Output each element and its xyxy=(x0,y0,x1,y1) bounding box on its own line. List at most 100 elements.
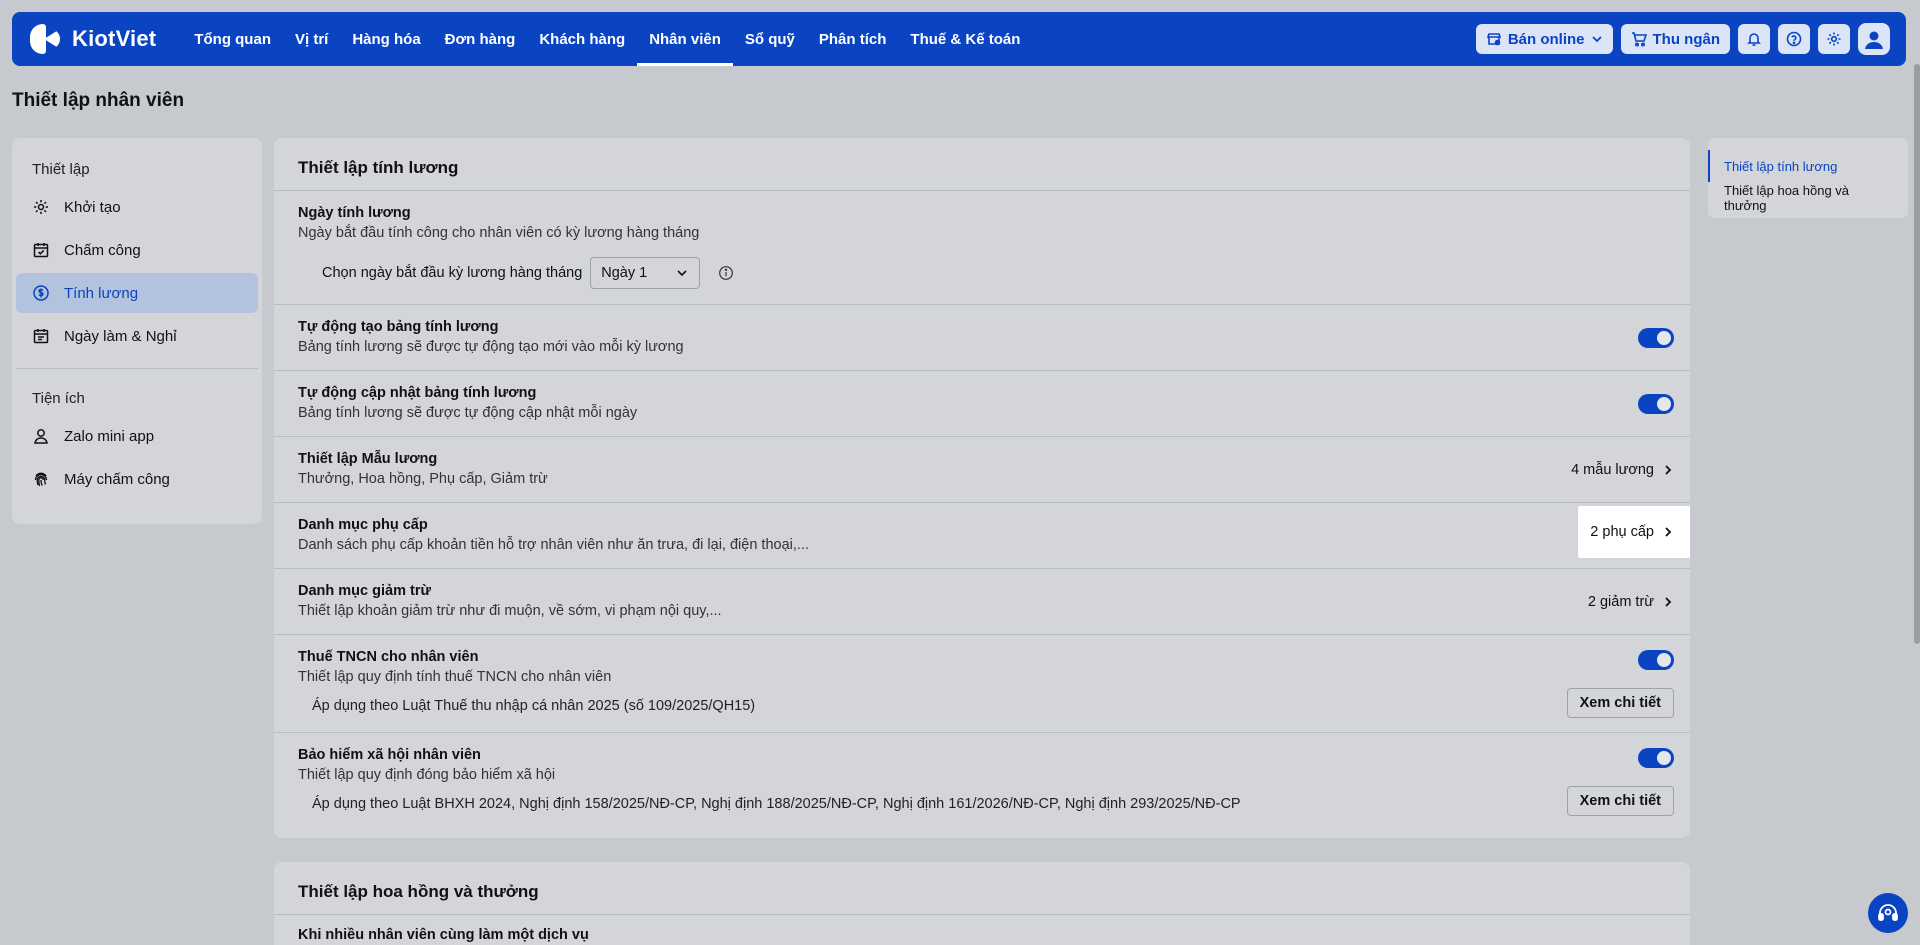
payday-row: Ngày tính lương Ngày bắt đầu tính công c… xyxy=(274,190,1690,304)
chevron-down-icon xyxy=(1591,36,1602,43)
headset-icon xyxy=(1878,904,1898,921)
auto-create-desc: Bảng tính lương sẽ được tự động tạo mới … xyxy=(298,339,684,355)
sell-online-label: Bán online xyxy=(1507,30,1585,48)
support-chat-button[interactable] xyxy=(1868,893,1908,933)
sidebar-item-may-cham-cong[interactable]: Máy chấm công xyxy=(16,459,258,499)
commission-section-title: Thiết lập hoa hồng và thưởng xyxy=(298,882,539,901)
auto-update-toggle[interactable] xyxy=(1638,394,1674,414)
user-avatar-icon xyxy=(1865,31,1883,49)
info-icon[interactable] xyxy=(718,265,734,281)
cashier-label: Thu ngân xyxy=(1652,30,1721,48)
insurance-law-note: Áp dụng theo Luật BHXH 2024, Nghị định 1… xyxy=(312,796,1241,812)
sidebar-item-ngay-lam-nghi[interactable]: Ngày làm & Nghỉ xyxy=(16,316,258,356)
pit-view-details-button[interactable]: Xem chi tiết xyxy=(1566,688,1674,718)
auto-update-desc: Bảng tính lương sẽ được tự động cập nhật… xyxy=(298,405,638,421)
chevron-right-icon xyxy=(1665,465,1672,475)
allowances-link[interactable]: 2 phụ cấp xyxy=(1578,506,1690,558)
salary-templates-count: 4 mẫu lương xyxy=(1571,462,1654,478)
toc-item-payroll[interactable]: Thiết lập tính lương xyxy=(1708,150,1908,182)
insurance-desc: Thiết lập quy định đóng bảo hiểm xã hội xyxy=(298,767,556,783)
toc-item-commission[interactable]: Thiết lập hoa hồng và thưởng xyxy=(1708,182,1908,214)
bell-icon xyxy=(1747,33,1761,46)
pit-title: Thuế TNCN cho nhân viên xyxy=(298,649,479,665)
sidebar-section-utilities: Tiện ích xyxy=(32,389,85,407)
auto-create-title: Tự động tạo bảng tính lương xyxy=(298,319,499,335)
nav-nhan-vien[interactable]: Nhân viên xyxy=(637,12,733,66)
deductions-link[interactable]: 2 giảm trừ xyxy=(1588,589,1674,615)
salary-templates-row: Thiết lập Mẫu lương Thưởng, Hoa hồng, Ph… xyxy=(274,436,1690,502)
insurance-view-details-button[interactable]: Xem chi tiết xyxy=(1566,786,1674,816)
sidebar-divider xyxy=(16,368,258,369)
store-icon xyxy=(1486,33,1501,46)
brand-name: KiotViet xyxy=(72,26,157,51)
nav-vi-tri[interactable]: Vị trí xyxy=(283,12,340,66)
allowances-title: Danh mục phụ cấp xyxy=(298,517,428,533)
payday-title: Ngày tính lương xyxy=(298,205,411,221)
payday-desc: Ngày bắt đầu tính công cho nhân viên có … xyxy=(298,225,700,241)
chevron-down-icon xyxy=(677,270,687,277)
nav-tong-quan[interactable]: Tổng quan xyxy=(182,12,283,66)
nav-don-hang[interactable]: Đơn hàng xyxy=(433,12,528,66)
pit-row: Thuế TNCN cho nhân viên Thiết lập quy đị… xyxy=(274,634,1690,732)
nav-khach-hang[interactable]: Khách hàng xyxy=(527,12,637,66)
sidebar-item-khoi-tao[interactable]: Khởi tạo xyxy=(16,187,258,227)
payday-select-row: Chọn ngày bắt đầu kỳ lương hàng tháng Ng… xyxy=(298,257,1666,289)
chevron-right-icon xyxy=(1665,527,1672,537)
pit-toggle[interactable] xyxy=(1638,650,1674,670)
commission-first-row: Khi nhiều nhân viên cùng làm một dịch vụ xyxy=(274,914,1690,945)
help-button[interactable] xyxy=(1778,24,1810,54)
top-navbar: KiotViet Tổng quan Vị trí Hàng hóa Đơn h… xyxy=(12,12,1906,66)
payroll-section-title: Thiết lập tính lương xyxy=(298,158,459,177)
kiotviet-logo-icon xyxy=(28,22,64,56)
sidebar-item-zalo-mini-app[interactable]: Zalo mini app xyxy=(16,416,258,456)
auto-create-row: Tự động tạo bảng tính lương Bảng tính lư… xyxy=(274,304,1690,370)
account-avatar[interactable] xyxy=(1858,23,1890,55)
page-title: Thiết lập nhân viên xyxy=(12,90,185,111)
sidebar-item-label: Khởi tạo xyxy=(64,198,121,216)
fingerprint-icon xyxy=(32,470,50,488)
page-scrollbar[interactable] xyxy=(1914,64,1920,644)
calendar-icon xyxy=(32,327,50,345)
nav-phan-tich[interactable]: Phân tích xyxy=(807,12,899,66)
calendar-check-icon xyxy=(32,241,50,259)
settings-button[interactable] xyxy=(1818,24,1850,54)
payday-select[interactable]: Ngày 1 xyxy=(590,257,701,289)
nav-actions: Bán online Thu ngân xyxy=(1475,23,1890,55)
deductions-count: 2 giảm trừ xyxy=(1587,594,1654,610)
payroll-settings-card: Thiết lập tính lương Ngày tính lương Ngà… xyxy=(274,138,1690,838)
brand-logo[interactable]: KiotViet xyxy=(28,22,156,56)
allowances-desc: Danh sách phụ cấp khoản tiền hỗ trợ nhân… xyxy=(298,537,809,553)
pit-desc: Thiết lập quy định tính thuế TNCN cho nh… xyxy=(298,669,612,685)
gear-icon xyxy=(1827,32,1841,46)
insurance-row: Bảo hiểm xã hội nhân viên Thiết lập quy … xyxy=(274,732,1690,838)
chevron-right-icon xyxy=(1665,597,1672,607)
settings-sidebar: Thiết lập Khởi tạo Chấm công Tính lương … xyxy=(12,138,262,524)
pit-law-note: Áp dụng theo Luật Thuế thu nhập cá nhân … xyxy=(312,698,756,714)
auto-create-toggle[interactable] xyxy=(1638,328,1674,348)
auto-update-row: Tự động cập nhật bảng tính lương Bảng tí… xyxy=(274,370,1690,436)
payday-select-label: Chọn ngày bắt đầu kỳ lương hàng tháng xyxy=(322,265,583,281)
user-icon xyxy=(32,427,50,445)
payday-select-value: Ngày 1 xyxy=(601,265,648,281)
sidebar-item-label: Zalo mini app xyxy=(64,427,155,445)
auto-update-title: Tự động cập nhật bảng tính lương xyxy=(298,385,537,401)
insurance-toggle[interactable] xyxy=(1638,748,1674,768)
deductions-desc: Thiết lập khoản giảm trừ như đi muộn, về… xyxy=(298,603,722,619)
salary-templates-link[interactable]: 4 mẫu lương xyxy=(1571,457,1674,483)
insurance-title: Bảo hiểm xã hội nhân viên xyxy=(298,747,481,763)
commission-first-row-title: Khi nhiều nhân viên cùng làm một dịch vụ xyxy=(298,927,589,943)
sidebar-item-label: Máy chấm công xyxy=(64,470,170,488)
sell-online-button[interactable]: Bán online xyxy=(1475,24,1613,54)
nav-hang-hoa[interactable]: Hàng hóa xyxy=(340,12,432,66)
sidebar-item-cham-cong[interactable]: Chấm công xyxy=(16,230,258,270)
sidebar-item-label: Chấm công xyxy=(64,241,141,259)
sidebar-item-label: Tính lương xyxy=(64,284,139,302)
nav-thue-ke-toan[interactable]: Thuế & Kế toán xyxy=(898,12,1032,66)
sidebar-item-tinh-luong[interactable]: Tính lương xyxy=(16,273,258,313)
sidebar-section-setup: Thiết lập xyxy=(32,160,90,178)
notification-button[interactable] xyxy=(1738,24,1770,54)
deductions-title: Danh mục giảm trừ xyxy=(298,583,431,599)
cashier-button[interactable]: Thu ngân xyxy=(1620,24,1730,54)
dollar-circle-icon xyxy=(32,284,50,302)
nav-so-quy[interactable]: Sổ quỹ xyxy=(733,12,807,66)
